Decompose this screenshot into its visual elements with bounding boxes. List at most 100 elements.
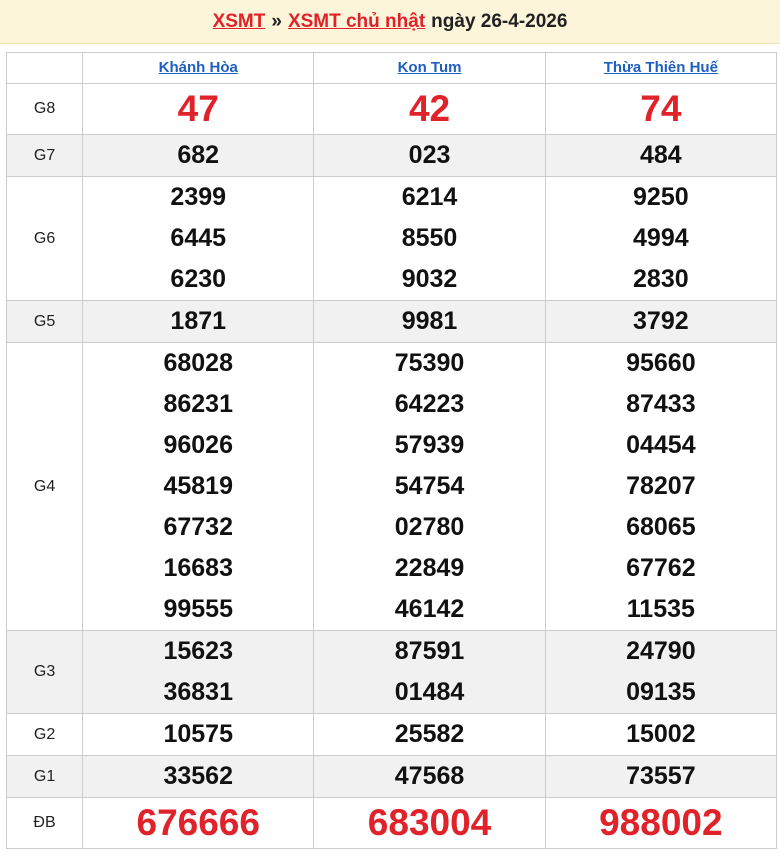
prize-number: 02780 (394, 513, 465, 541)
prize-number: 57939 (394, 431, 465, 459)
prize-cell: 42 (313, 83, 546, 135)
prize-number: 45819 (163, 472, 233, 500)
xsmt-sunday-link[interactable]: XSMT chủ nhật (288, 11, 425, 33)
prize-cell: 15002 (544, 713, 778, 756)
prize-number: 9032 (401, 265, 458, 293)
page-header: XSMT » XSMT chủ nhật ngày 26-4-2026 (0, 0, 780, 44)
prize-cell: 95660 87433 04454 78207 68065 67762 11535 (544, 342, 778, 631)
prize-row-g8: G8 47 42 74 (5, 83, 778, 135)
prize-cell: 15623 36831 (82, 630, 315, 714)
prize-number: 47568 (394, 762, 465, 790)
prize-number: 2399 (170, 183, 227, 211)
prize-number: 99555 (163, 595, 233, 623)
prize-label: G4 (5, 342, 84, 631)
prize-row-g3: G3 15623 36831 87591 01484 24790 09135 (5, 630, 778, 714)
province-link[interactable]: Khánh Hòa (159, 59, 238, 76)
results-table: Khánh Hòa Kon Tum Thừa Thiên Huế G8 47 42 7… (5, 52, 778, 849)
prize-cell: 023 (313, 134, 546, 177)
prize-number: 47 (177, 88, 219, 129)
prize-number: 95660 (626, 349, 696, 377)
prize-number: 46142 (394, 595, 465, 623)
prize-cell: 73557 (544, 755, 778, 798)
prize-number: 33562 (163, 762, 233, 790)
prize-number: 484 (639, 141, 682, 169)
prize-cell: 75390 64223 57939 54754 02780 22849 46142 (313, 342, 546, 631)
prize-number: 9981 (401, 307, 458, 335)
prize-number: 68065 (626, 513, 696, 541)
prize-number: 96026 (163, 431, 233, 459)
prize-cell: 24790 09135 (544, 630, 778, 714)
prize-number: 1871 (170, 307, 227, 335)
prize-number: 6445 (170, 224, 227, 252)
prize-row-g4: G4 68028 86231 96026 45819 67732 16683 99555 753… (5, 342, 778, 631)
prize-number: 73557 (626, 762, 696, 790)
prize-number: 15623 (163, 637, 233, 665)
province-link[interactable]: Thừa Thiên Huế (604, 59, 718, 76)
prize-row-g6: G6 2399 6445 6230 6214 8550 9032 9250 4994 2830 (5, 176, 778, 301)
breadcrumb-separator: » (271, 10, 282, 32)
prize-cell: 988002 (544, 797, 778, 849)
prize-label: G2 (5, 713, 84, 756)
prize-number: 67732 (163, 513, 233, 541)
prize-number: 68028 (163, 349, 233, 377)
prize-cell: 9250 4994 2830 (544, 176, 778, 301)
prize-cell: 2399 6445 6230 (82, 176, 315, 301)
province-link[interactable]: Kon Tum (398, 59, 462, 76)
prize-number: 64223 (394, 390, 465, 418)
prize-number: 67762 (626, 554, 696, 582)
prize-label: G1 (5, 755, 84, 798)
prize-row-g5: G5 1871 9981 3792 (5, 300, 778, 343)
prize-cell: 10575 (82, 713, 315, 756)
prize-label: G7 (5, 134, 84, 177)
prize-cell: 676666 (82, 797, 315, 849)
prize-label: ĐB (5, 797, 84, 849)
prize-number: 9250 (633, 183, 689, 211)
province-thua-thien-hue-header: Thừa Thiên Huế (544, 52, 778, 84)
prize-label: G6 (5, 176, 84, 301)
prize-label: G3 (5, 630, 84, 714)
prize-cell: 1871 (82, 300, 315, 343)
prize-number: 682 (177, 141, 220, 169)
prize-number: 42 (408, 88, 451, 129)
prize-number: 09135 (626, 678, 696, 706)
xsmt-link[interactable]: XSMT (213, 11, 266, 33)
prize-number: 24790 (626, 637, 696, 665)
prize-row-g7: G7 682 023 484 (5, 134, 778, 177)
prize-number: 16683 (163, 554, 233, 582)
draw-date: ngày 26-4-2026 (431, 10, 568, 32)
prize-cell: 6214 8550 9032 (313, 176, 546, 301)
prize-number: 22849 (394, 554, 465, 582)
prize-number: 6230 (170, 265, 227, 293)
prize-number: 6214 (401, 183, 458, 211)
prize-number: 10575 (163, 720, 233, 748)
prize-label: G8 (5, 83, 84, 135)
prize-number: 023 (408, 141, 451, 169)
prize-number: 36831 (163, 678, 233, 706)
prize-number: 25582 (394, 720, 465, 748)
prize-cell: 47568 (313, 755, 546, 798)
prize-row-g2: G2 10575 25582 15002 (5, 713, 778, 756)
prize-number: 4994 (633, 224, 689, 252)
prize-number: 01484 (394, 678, 465, 706)
prize-number: 3792 (633, 307, 689, 335)
prize-row-đb: ĐB 676666 683004 988002 (5, 797, 778, 849)
prize-number: 11535 (626, 595, 695, 623)
prize-number: 86231 (163, 390, 233, 418)
prize-number: 15002 (626, 720, 696, 748)
prize-cell: 9981 (313, 300, 546, 343)
province-khanh-hoa-header: Khánh Hòa (82, 52, 315, 84)
prize-number: 683004 (367, 802, 492, 843)
prize-cell: 87591 01484 (313, 630, 546, 714)
prize-cell: 682 (82, 134, 315, 177)
prize-number: 87591 (394, 637, 465, 665)
prize-number: 988002 (599, 802, 723, 843)
prize-number: 78207 (626, 472, 696, 500)
prize-cell: 47 (82, 83, 315, 135)
prize-rows: G8 47 42 74 G7 682 023 484 G6 2399 6445 6230 6214 855… (5, 83, 778, 849)
prize-number: 2830 (633, 265, 689, 293)
prize-number: 676666 (136, 802, 260, 843)
province-kon-tum-header: Kon Tum (313, 52, 546, 84)
prize-number: 04454 (626, 431, 696, 459)
prize-cell: 25582 (313, 713, 546, 756)
prize-number: 75390 (394, 349, 465, 377)
